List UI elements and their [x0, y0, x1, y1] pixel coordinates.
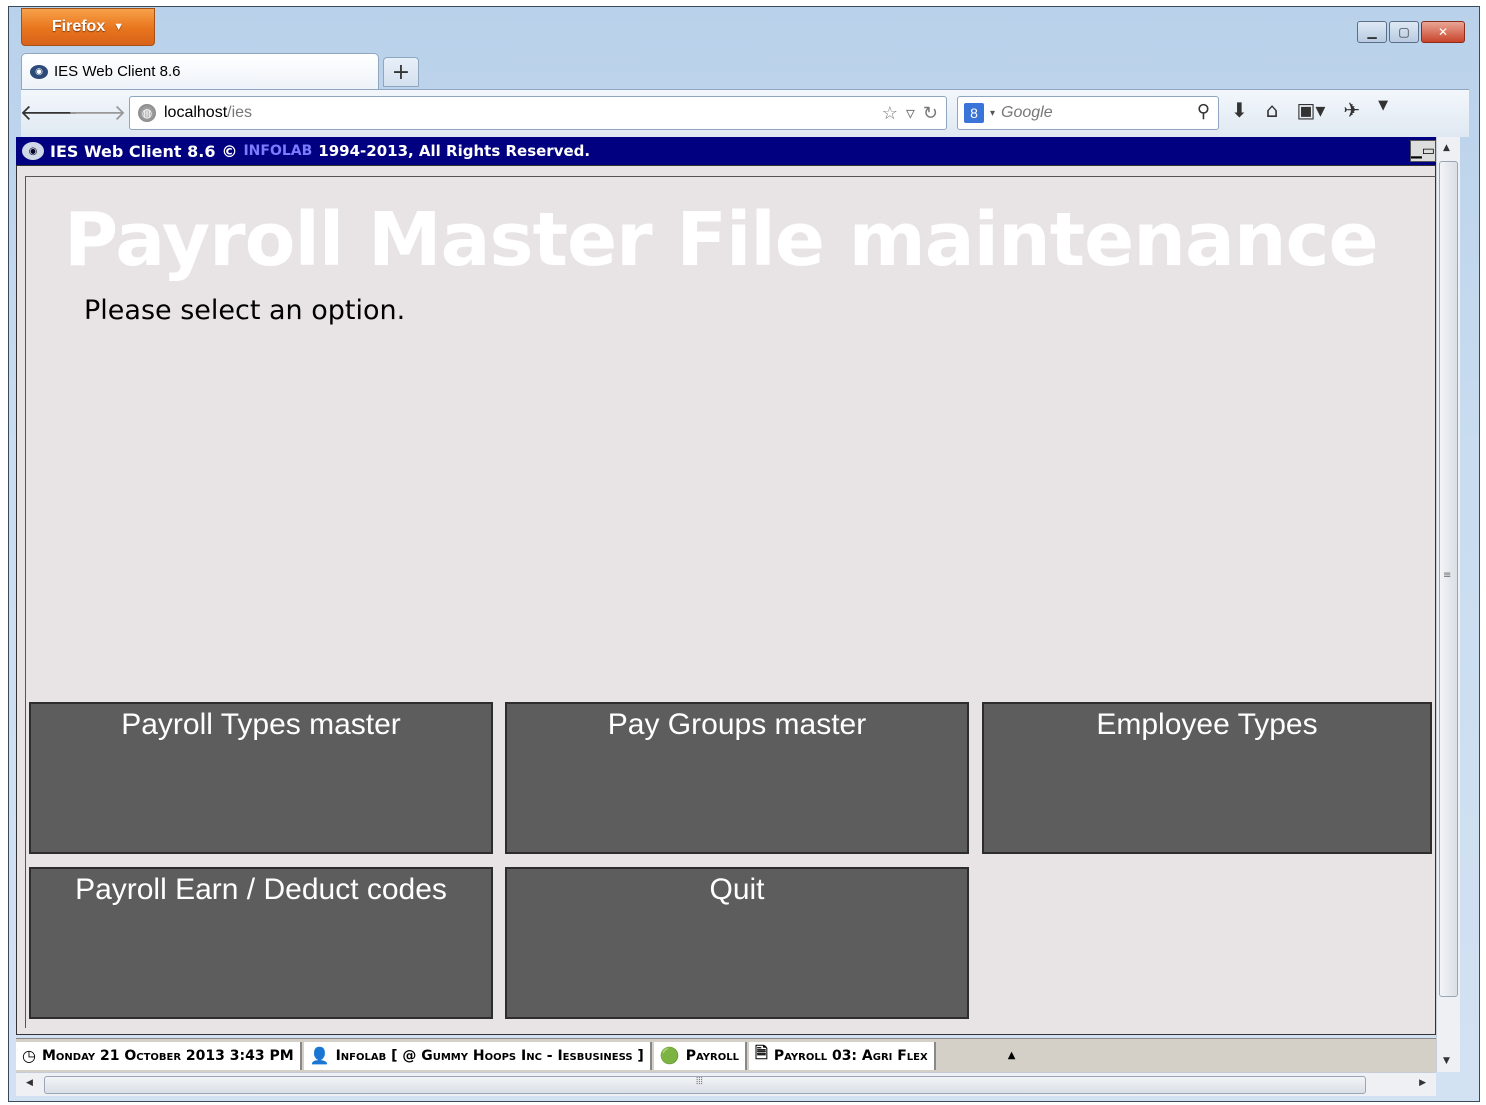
globe-icon: ◍ [138, 104, 156, 122]
page-content: Payroll Master File maintenance Please s… [16, 165, 1437, 1035]
app-title-bar: ◉ IES Web Client 8.6 © INFOLAB 1994-2013… [16, 137, 1436, 165]
new-tab-button[interactable]: + [383, 57, 419, 87]
url-host: localhost [164, 104, 228, 121]
quit-button[interactable]: Quit [505, 867, 969, 1019]
copyright-text: 1994-2013, All Rights Reserved. [318, 142, 591, 160]
page-title: Payroll Master File maintenance [64, 197, 1379, 283]
status-user[interactable]: 👤 Infolab [ @ Gummy Hoops Inc - Iesbusin… [303, 1041, 652, 1070]
back-arrow-icon[interactable]: 🡐 [20, 96, 79, 130]
chevron-down-icon: ▼ [113, 21, 125, 33]
search-icon[interactable]: ⚲ [1197, 101, 1210, 122]
clock-icon: ◷ [22, 1046, 36, 1065]
pay-groups-master-button[interactable]: Pay Groups master [505, 702, 969, 854]
payroll-types-master-button[interactable]: Payroll Types master [29, 702, 493, 854]
status-document[interactable]: 🗎 Payroll 03: Agri Flex [748, 1041, 936, 1070]
app-window-controls-icon[interactable]: ▁▭ [1410, 140, 1436, 162]
search-engine-icon[interactable]: 8 [964, 103, 984, 123]
status-document-text: Payroll 03: Agri Flex [773, 1047, 928, 1064]
status-datetime: ◷ Monday 21 October 2013 3:43 PM [16, 1041, 302, 1070]
copyright-symbol: © [221, 141, 238, 161]
search-engine-dropdown-icon[interactable]: ▾ [990, 108, 995, 119]
forward-arrow-icon[interactable]: 🡒 [68, 96, 127, 130]
status-module-text: Payroll [685, 1047, 739, 1064]
history-dropdown-icon[interactable]: ▿ [906, 103, 915, 124]
tab-ies-web-client[interactable]: ◉ IES Web Client 8.6 [21, 53, 379, 89]
addon-icon[interactable]: ✈ [1343, 98, 1360, 122]
page-inner-frame: Payroll Master File maintenance Please s… [25, 176, 1437, 1028]
window-controls: ▁ ▢ ✕ [1357, 21, 1465, 43]
minimize-icon[interactable]: ▁ [1357, 21, 1387, 43]
search-placeholder: Google [1001, 104, 1053, 121]
bookmarks-menu-icon[interactable]: ▣▾ [1296, 98, 1325, 122]
url-path: /ies [227, 104, 253, 121]
firefox-menu-label: Firefox [51, 18, 106, 35]
app-title: IES Web Client 8.6 [50, 141, 216, 161]
scroll-right-icon[interactable]: ▶ [1419, 1078, 1426, 1088]
horizontal-grip-icon: ⦙⦙⦙ [696, 1076, 703, 1087]
scroll-up-icon[interactable]: ▲ [1443, 143, 1450, 153]
status-datetime-text: Monday 21 October 2013 3:43 PM [41, 1047, 294, 1064]
search-bar[interactable]: 8 ▾ Google ⚲ [957, 96, 1219, 130]
status-bar: ◷ Monday 21 October 2013 3:43 PM 👤 Infol… [16, 1038, 1436, 1072]
document-icon: 🗎 [754, 1043, 768, 1062]
ies-eye-icon: ◉ [30, 64, 48, 79]
status-spacer: ▲ [938, 1042, 1436, 1070]
user-icon: 👤 [309, 1046, 330, 1065]
close-icon[interactable]: ✕ [1421, 21, 1465, 43]
url-bar[interactable]: ◍ localhost/ies ☆ ▿ ↻ [129, 96, 947, 130]
overflow-chevron-icon[interactable]: ▼ [1378, 98, 1388, 122]
scroll-down-icon[interactable]: ▼ [1443, 1056, 1450, 1066]
vertical-scrollbar[interactable]: ▲ ≡ ▼ [1436, 137, 1460, 1072]
status-user-text: Infolab [ @ Gummy Hoops Inc - Iesbusines… [335, 1047, 644, 1064]
browser-window: Firefox ▼ ▁ ▢ ✕ ◉ IES Web Client 8.6 + 🡐… [0, 0, 1486, 1105]
home-icon[interactable]: ⌂ [1266, 98, 1279, 122]
brand-name: INFOLAB [243, 143, 313, 159]
page-prompt: Please select an option. [84, 295, 406, 326]
bookmark-star-icon[interactable]: ☆ [882, 103, 898, 124]
maximize-icon[interactable]: ▢ [1389, 21, 1419, 43]
horizontal-scroll-thumb[interactable] [44, 1076, 1366, 1094]
payroll-earn-deduct-codes-button[interactable]: Payroll Earn / Deduct codes [29, 867, 493, 1019]
employee-types-button[interactable]: Employee Types [982, 702, 1432, 854]
status-scroll-up-icon[interactable]: ▲ [1008, 1050, 1016, 1061]
tab-label: IES Web Client 8.6 [54, 63, 181, 80]
ies-eye-icon: ◉ [22, 142, 44, 160]
toolbar-icons: ⬇ ⌂ ▣▾ ✈ ▼ [1231, 98, 1388, 122]
download-icon[interactable]: ⬇ [1231, 98, 1248, 122]
status-module[interactable]: 🟢 Payroll [653, 1041, 747, 1070]
firefox-menu-button[interactable]: Firefox ▼ [21, 8, 155, 46]
horizontal-scrollbar[interactable]: ◀ ⦙⦙⦙ ▶ [16, 1072, 1436, 1096]
scroll-left-icon[interactable]: ◀ [26, 1078, 33, 1088]
scroll-grip-icon: ≡ [1443, 570, 1452, 581]
reload-icon[interactable]: ↻ [923, 103, 938, 124]
payroll-module-icon: 🟢 [659, 1046, 680, 1065]
navigation-bar: 🡐 🡒 ◍ localhost/ies ☆ ▿ ↻ 8 ▾ Google ⚲ ⬇… [20, 89, 1469, 137]
